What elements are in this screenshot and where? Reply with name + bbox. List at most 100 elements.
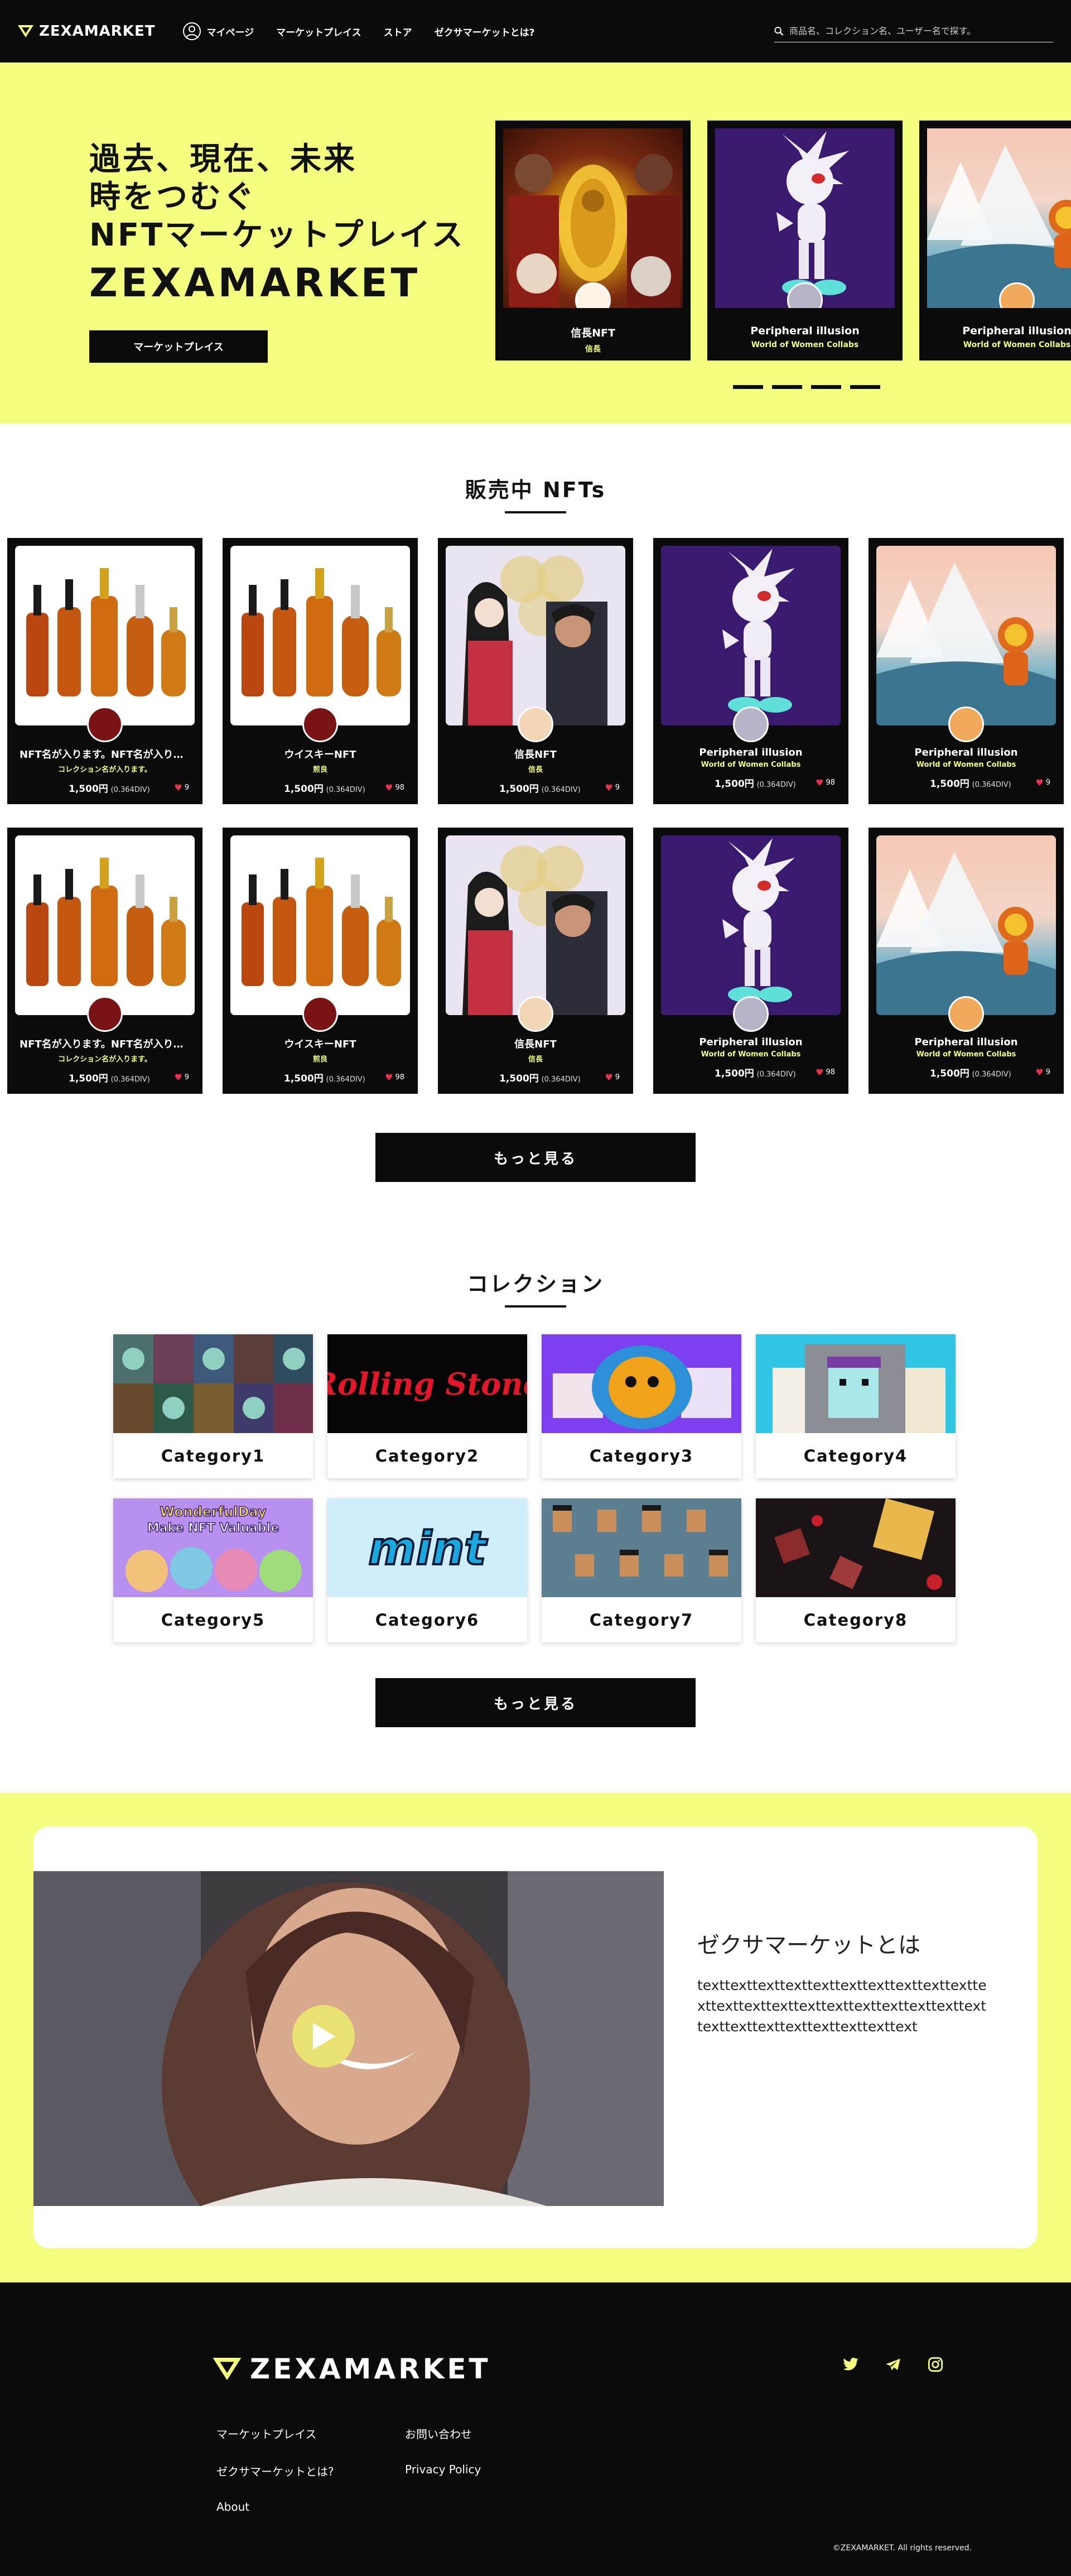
creator-avatar[interactable] <box>302 996 338 1032</box>
like-button[interactable]: ♥ 98 <box>816 777 835 788</box>
nfts-more-button[interactable]: もっと見る <box>375 1133 696 1182</box>
collections-section: コレクション Category1 Rolling Stone Category2… <box>0 1182 1071 1727</box>
nft-card[interactable]: 信長NFT 信長 1,500円 (0.364DIV) ♥ 9 <box>438 828 633 1094</box>
like-button[interactable]: ♥ 98 <box>816 1067 835 1078</box>
creator-avatar[interactable] <box>733 996 769 1032</box>
collection-card[interactable]: Category3 <box>542 1334 741 1478</box>
price-crypto: (0.364DIV) <box>972 781 1011 789</box>
hero-card[interactable]: Peripheral illusion World of Women Colla… <box>919 121 1071 361</box>
nav-about[interactable]: ゼクサマーケットとは? <box>435 25 535 39</box>
hero-marketplace-button[interactable]: マーケットプレイス <box>89 330 268 363</box>
nft-card[interactable]: Peripheral illusion World of Women Colla… <box>653 538 848 804</box>
like-button[interactable]: ♥ 9 <box>605 782 620 793</box>
search-input[interactable] <box>789 26 1053 36</box>
collection-card[interactable]: Category1 <box>113 1334 313 1478</box>
nft-meta: 1,500円 (0.364DIV) ♥ 9 <box>876 1065 1056 1079</box>
collection-card[interactable]: mint Category6 <box>327 1498 527 1642</box>
creator-avatar[interactable] <box>87 707 123 742</box>
nft-image <box>876 835 1056 1015</box>
nft-image <box>661 835 841 1015</box>
footer-link-about[interactable]: About <box>216 2500 405 2513</box>
footer-link-privacy[interactable]: Privacy Policy <box>405 2463 572 2479</box>
heart-icon: ♥ <box>1035 1067 1044 1078</box>
nft-collection: World of Women Collabs <box>916 761 1016 769</box>
price-yen: 1,500円 <box>715 1068 754 1079</box>
creator-avatar[interactable] <box>518 707 553 742</box>
hero-card[interactable]: 信長NFT 信長 <box>495 121 691 361</box>
main-nav: マイページ マーケットプレイス ストア ゼクサマーケットとは? <box>183 22 535 40</box>
collection-card[interactable]: WonderfulDay Make NFT Valuable Category5 <box>113 1498 313 1642</box>
nft-meta: 1,500円 (0.364DIV) ♥ 98 <box>661 776 841 790</box>
footer-logo[interactable]: ZEXAMARKET <box>212 2353 491 2385</box>
nft-collection: コレクション名が入ります。 <box>58 1055 152 1064</box>
logo-mark-icon <box>213 2358 242 2380</box>
like-button[interactable]: ♥ 9 <box>174 782 189 793</box>
carousel-dot[interactable] <box>850 385 880 389</box>
collection-label: Category6 <box>375 1610 480 1630</box>
collection-label: Category8 <box>803 1610 908 1630</box>
nft-card[interactable]: Peripheral illusion World of Women Colla… <box>653 828 848 1094</box>
like-button[interactable]: ♥ 9 <box>174 1072 189 1083</box>
carousel-dot[interactable] <box>733 385 763 389</box>
nft-card[interactable]: NFT名が入ります。NFT名が入ります。 コレクション名が入ります。 1,500… <box>7 538 202 804</box>
collection-card[interactable]: Category4 <box>756 1334 956 1478</box>
about-text: ゼクサマーケットとは texttexttexttexttexttexttextt… <box>697 1927 987 2037</box>
like-count: 98 <box>826 778 835 787</box>
nft-card[interactable]: 信長NFT 信長 1,500円 (0.364DIV) ♥ 9 <box>438 538 633 804</box>
collection-card[interactable]: Category8 <box>756 1498 956 1642</box>
nav-marketplace[interactable]: マーケットプレイス <box>276 25 361 39</box>
nft-price: 1,500円 (0.364DIV) <box>69 1070 150 1084</box>
nav-store[interactable]: ストア <box>384 25 412 39</box>
video-player[interactable] <box>33 1871 664 2206</box>
collection-card[interactable]: Category7 <box>542 1498 741 1642</box>
carousel-dot[interactable] <box>811 385 841 389</box>
like-button[interactable]: ♥ 9 <box>605 1072 620 1083</box>
collections-more-button[interactable]: もっと見る <box>375 1678 696 1727</box>
like-button[interactable]: ♥ 9 <box>1035 777 1050 788</box>
carousel-dot[interactable] <box>772 385 802 389</box>
nft-meta: 1,500円 (0.364DIV) ♥ 98 <box>230 1070 410 1084</box>
heart-icon: ♥ <box>385 1072 393 1083</box>
creator-avatar[interactable] <box>733 707 769 742</box>
collection-image: Rolling Stone <box>327 1334 527 1433</box>
hero-card-image <box>503 128 683 308</box>
collection-image: mint <box>327 1498 527 1597</box>
nft-card[interactable]: ウイスキーNFT 煎良 1,500円 (0.364DIV) ♥ 98 <box>223 538 418 804</box>
like-button[interactable]: ♥ 98 <box>385 1072 404 1083</box>
nft-title: NFT名が入ります。NFT名が入ります。 <box>20 1039 195 1050</box>
footer-logo-text: ZEXAMARKET <box>250 2353 491 2385</box>
nft-image <box>15 835 195 1015</box>
play-button[interactable] <box>292 2005 355 2068</box>
search-icon[interactable] <box>774 26 784 36</box>
collection-card[interactable]: Rolling Stone Category2 <box>327 1334 527 1478</box>
price-yen: 1,500円 <box>930 1068 969 1079</box>
nft-card[interactable]: NFT名が入ります。NFT名が入ります。 コレクション名が入ります。 1,500… <box>7 828 202 1094</box>
like-button[interactable]: ♥ 98 <box>385 782 404 793</box>
instagram-icon[interactable] <box>924 2353 947 2376</box>
nft-card[interactable]: Peripheral illusion World of Women Colla… <box>869 828 1064 1094</box>
social-links <box>839 2353 947 2376</box>
nft-collection: World of Women Collabs <box>701 761 801 769</box>
site-logo[interactable]: ZEXAMARKET <box>18 23 155 40</box>
like-button[interactable]: ♥ 9 <box>1035 1067 1050 1078</box>
logo-mark-icon <box>18 25 33 37</box>
nav-mypage[interactable]: マイページ <box>183 22 254 40</box>
footer-link-about-zexa[interactable]: ゼクサマーケットとは? <box>216 2463 405 2479</box>
hero-card-subtitle: 信長 <box>585 345 601 354</box>
creator-avatar[interactable] <box>87 996 123 1032</box>
nft-card[interactable]: Peripheral illusion World of Women Colla… <box>869 538 1064 804</box>
footer-link-marketplace[interactable]: マーケットプレイス <box>216 2425 405 2442</box>
footer-link-contact[interactable]: お問い合わせ <box>405 2425 572 2442</box>
hero-card[interactable]: Peripheral illusion World of Women Colla… <box>707 121 903 361</box>
twitter-icon[interactable] <box>839 2353 862 2376</box>
telegram-icon[interactable] <box>881 2353 905 2376</box>
title-underline <box>505 511 566 513</box>
user-icon <box>183 22 201 40</box>
creator-avatar[interactable] <box>948 707 984 742</box>
creator-avatar[interactable] <box>948 996 984 1032</box>
creator-avatar[interactable] <box>302 707 338 742</box>
hero-section: 過去、現在、未来 時をつむぐ NFTマーケットプレイス ZEXAMARKET マ… <box>0 63 1071 424</box>
creator-avatar[interactable] <box>518 996 553 1032</box>
hero-line-2: 時をつむぐ <box>89 179 257 215</box>
nft-card[interactable]: ウイスキーNFT 煎良 1,500円 (0.364DIV) ♥ 98 <box>223 828 418 1094</box>
